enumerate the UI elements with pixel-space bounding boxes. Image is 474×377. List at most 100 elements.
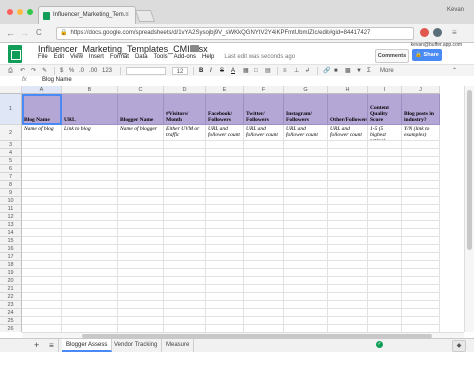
sheet-tab-measure[interactable]: Measure [162, 339, 195, 352]
merge-cells-icon[interactable]: ▤ [265, 67, 271, 75]
empty-cell[interactable] [328, 277, 368, 285]
row-header[interactable]: 19 [0, 269, 22, 277]
empty-cell[interactable] [402, 293, 440, 301]
empty-cell[interactable] [402, 221, 440, 229]
empty-cell[interactable] [368, 317, 402, 325]
row-header[interactable]: 16 [0, 245, 22, 253]
insert-chart-icon[interactable]: ▩ [345, 67, 351, 75]
empty-cell[interactable] [22, 293, 62, 301]
column-header-e[interactable]: E [206, 86, 244, 94]
empty-cell[interactable] [206, 221, 244, 229]
font-family-select[interactable] [126, 67, 166, 75]
column-header-h[interactable]: H [328, 86, 368, 94]
empty-cell[interactable] [368, 277, 402, 285]
empty-cell[interactable] [62, 317, 118, 325]
number-format-selector[interactable]: 123 [102, 67, 112, 75]
decimal-increase-icon[interactable]: .00 [89, 67, 97, 75]
empty-cell[interactable] [206, 237, 244, 245]
row-header[interactable]: 9 [0, 189, 22, 197]
empty-cell[interactable] [368, 293, 402, 301]
empty-cell[interactable] [368, 237, 402, 245]
empty-cell[interactable] [164, 269, 206, 277]
empty-cell[interactable] [62, 277, 118, 285]
header-cell[interactable]: Blogger Name [118, 94, 164, 125]
empty-cell[interactable] [402, 245, 440, 253]
print-icon[interactable]: ⎙ [8, 67, 13, 75]
select-all-corner[interactable] [0, 86, 22, 94]
empty-cell[interactable] [62, 301, 118, 309]
empty-cell[interactable] [62, 197, 118, 205]
empty-cell[interactable] [328, 173, 368, 181]
empty-cell[interactable] [284, 237, 328, 245]
empty-cell[interactable] [284, 277, 328, 285]
empty-cell[interactable] [244, 189, 284, 197]
empty-cell[interactable] [402, 141, 440, 149]
empty-cell[interactable] [118, 309, 164, 317]
empty-cell[interactable] [328, 221, 368, 229]
header-cell[interactable]: Twitter/ Followers [244, 94, 284, 125]
empty-cell[interactable] [328, 261, 368, 269]
empty-cell[interactable] [244, 141, 284, 149]
row-header[interactable]: 8 [0, 181, 22, 189]
empty-cell[interactable] [284, 317, 328, 325]
empty-cell[interactable] [402, 181, 440, 189]
empty-cell[interactable] [244, 197, 284, 205]
empty-cell[interactable] [402, 277, 440, 285]
empty-cell[interactable] [328, 301, 368, 309]
empty-cell[interactable] [244, 293, 284, 301]
header-cell[interactable]: Blog Name [22, 94, 62, 125]
empty-cell[interactable] [164, 189, 206, 197]
reload-icon[interactable]: C [36, 27, 42, 39]
empty-cell[interactable] [328, 205, 368, 213]
menu-help[interactable]: Help [202, 54, 214, 60]
more-toolbar-button[interactable]: More [380, 67, 394, 75]
empty-cell[interactable] [206, 149, 244, 157]
empty-cell[interactable] [206, 293, 244, 301]
empty-cell[interactable] [164, 213, 206, 221]
text-color-button[interactable]: A [231, 67, 235, 75]
empty-cell[interactable] [284, 173, 328, 181]
empty-cell[interactable] [284, 285, 328, 293]
empty-cell[interactable] [244, 205, 284, 213]
menu-view[interactable]: View [70, 54, 83, 60]
row-header[interactable]: 25 [0, 317, 22, 325]
empty-cell[interactable] [328, 157, 368, 165]
empty-cell[interactable] [22, 253, 62, 261]
empty-cell[interactable] [284, 149, 328, 157]
empty-cell[interactable] [328, 245, 368, 253]
empty-cell[interactable] [244, 149, 284, 157]
empty-cell[interactable] [328, 269, 368, 277]
empty-cell[interactable] [206, 197, 244, 205]
empty-cell[interactable] [118, 245, 164, 253]
empty-cell[interactable] [328, 285, 368, 293]
empty-cell[interactable] [164, 165, 206, 173]
document-title[interactable]: Influencer_Marketing_Templates_CMI.xlsx [38, 44, 208, 54]
empty-cell[interactable] [368, 173, 402, 181]
empty-cell[interactable] [62, 165, 118, 173]
empty-cell[interactable] [118, 317, 164, 325]
row-header[interactable]: 23 [0, 301, 22, 309]
header-cell[interactable]: Content Quality Score [368, 94, 402, 125]
account-email[interactable]: kevan@buffer.app.com [411, 42, 462, 48]
empty-cell[interactable] [164, 317, 206, 325]
empty-cell[interactable] [284, 245, 328, 253]
empty-cell[interactable] [284, 309, 328, 317]
empty-cell[interactable] [284, 181, 328, 189]
empty-cell[interactable] [206, 253, 244, 261]
empty-cell[interactable] [118, 165, 164, 173]
row-header[interactable]: 15 [0, 237, 22, 245]
empty-cell[interactable] [284, 293, 328, 301]
header-cell[interactable]: #Visitors/ Month [164, 94, 206, 125]
empty-cell[interactable] [244, 301, 284, 309]
menu-file[interactable]: File [38, 54, 48, 60]
empty-cell[interactable] [206, 229, 244, 237]
description-cell[interactable]: Y/N (link to examples) [402, 125, 440, 141]
empty-cell[interactable] [164, 149, 206, 157]
empty-cell[interactable] [206, 205, 244, 213]
empty-cell[interactable] [328, 325, 368, 332]
empty-cell[interactable] [118, 149, 164, 157]
empty-cell[interactable] [22, 277, 62, 285]
new-tab-button[interactable] [134, 10, 156, 22]
row-header[interactable]: 10 [0, 197, 22, 205]
empty-cell[interactable] [164, 285, 206, 293]
